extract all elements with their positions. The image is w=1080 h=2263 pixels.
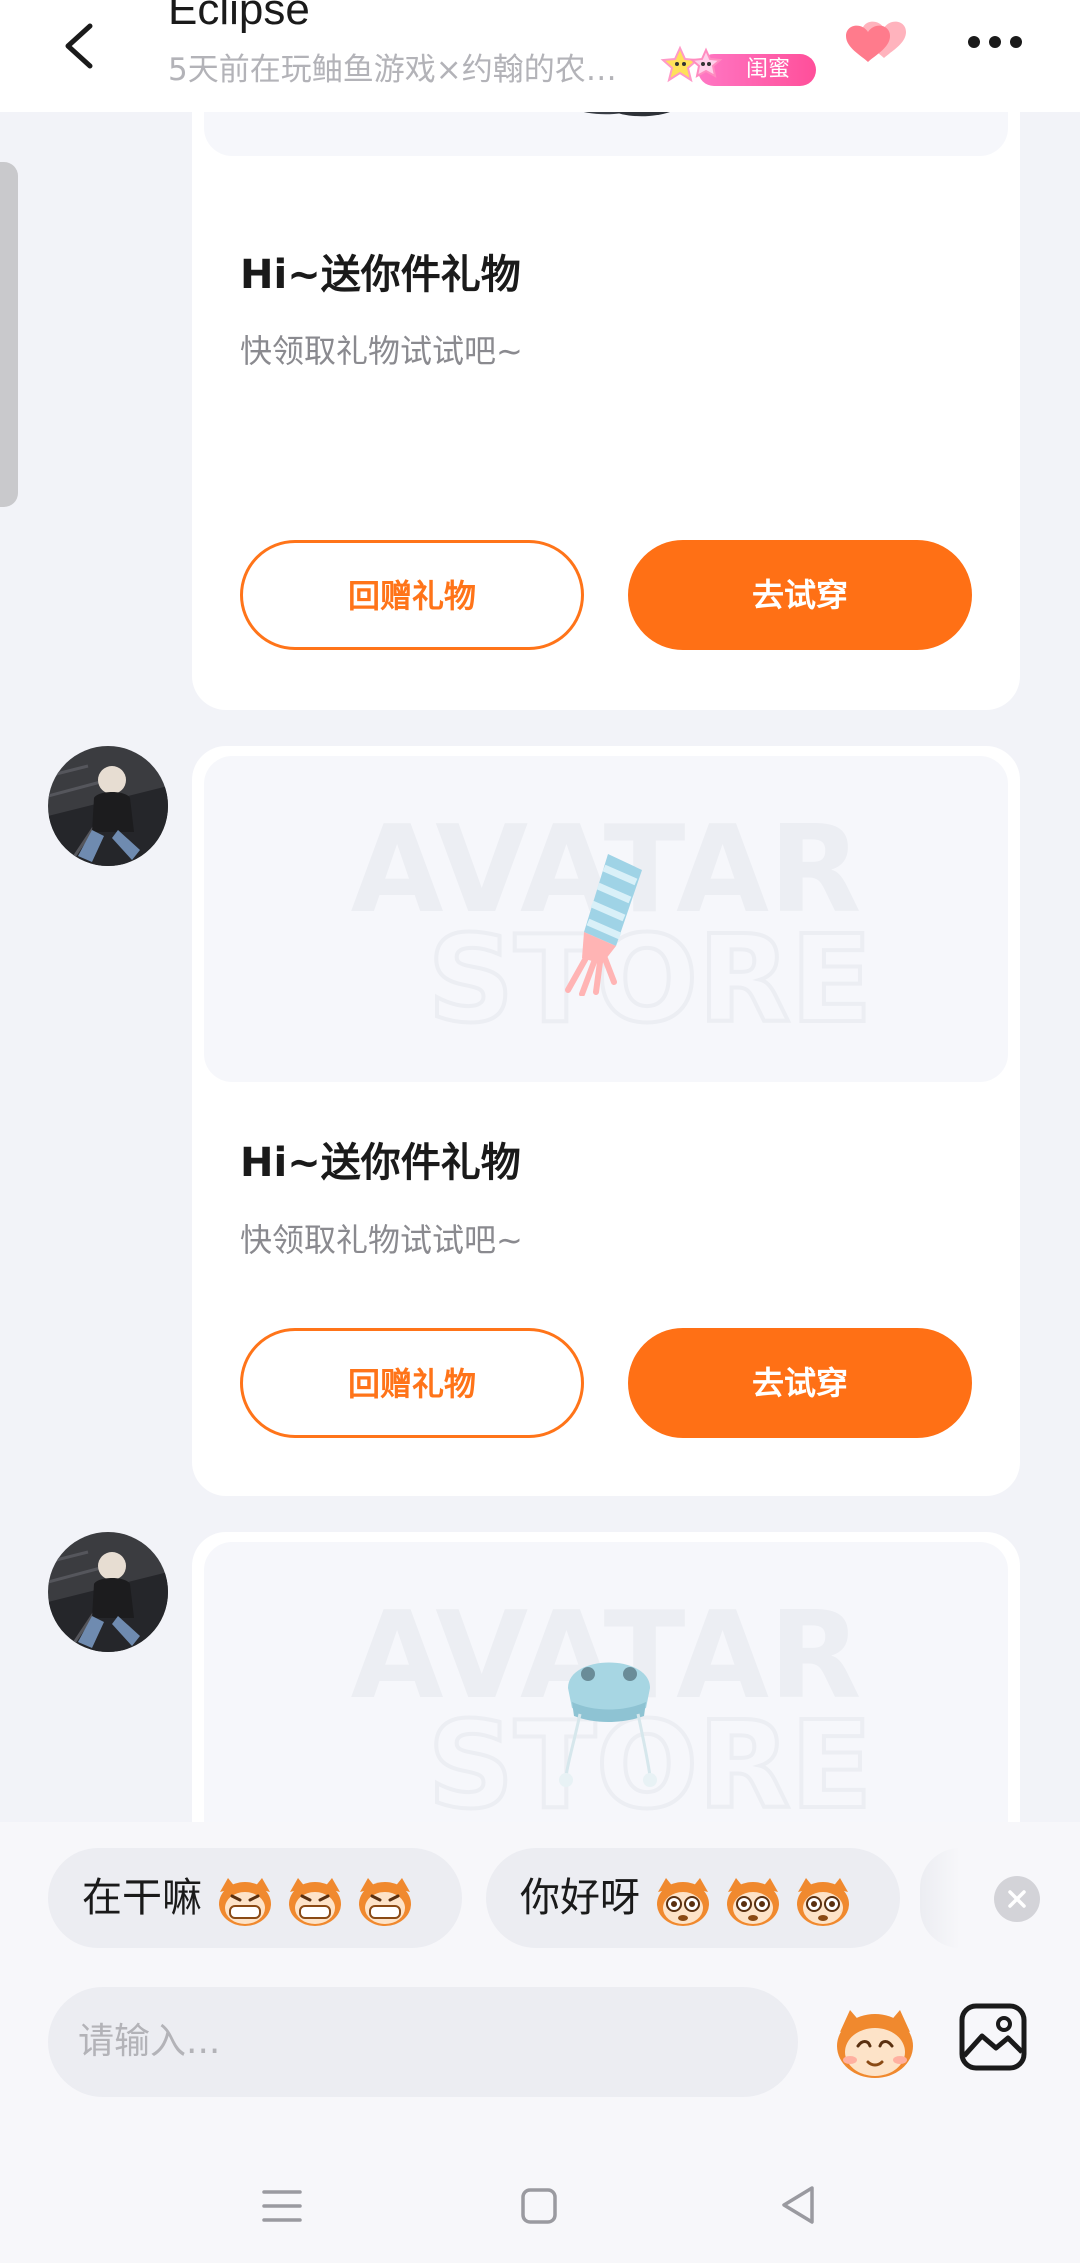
emoji-button[interactable] xyxy=(832,2002,918,2084)
back-triangle-icon xyxy=(782,2186,814,2224)
image-icon xyxy=(959,2003,1027,2071)
scroll-handle[interactable] xyxy=(0,162,18,507)
quick-reply-chip-overflow[interactable] xyxy=(920,1848,960,1948)
nav-back-button[interactable] xyxy=(778,2184,818,2226)
double-heart-icon xyxy=(846,21,906,62)
close-icon xyxy=(1008,1890,1026,1908)
gift-preview[interactable]: AVATAR STORE xyxy=(204,756,1008,1082)
intimacy-button[interactable] xyxy=(838,14,918,70)
image-button[interactable] xyxy=(958,2002,1028,2072)
glove-item-image xyxy=(565,854,642,996)
quick-reply-text: 在干嘛 xyxy=(82,1875,202,1921)
try-on-button[interactable]: 去试穿 xyxy=(628,1328,972,1438)
home-square-icon xyxy=(521,2188,557,2224)
wide-eyed-monkey-emoji xyxy=(727,1878,779,1926)
more-dots-icon xyxy=(968,36,1022,48)
message-input[interactable]: 请输入... xyxy=(48,1987,798,2097)
grinning-monkey-emoji xyxy=(289,1878,341,1926)
wide-eyed-monkey-emoji xyxy=(657,1878,709,1926)
badge-label: 闺蜜 xyxy=(746,57,791,82)
nav-home-button[interactable] xyxy=(520,2186,558,2226)
gift-title: Hi~送你件礼物 xyxy=(240,252,521,298)
system-nav-bar xyxy=(0,2130,1080,2263)
try-on-button[interactable]: 去试穿 xyxy=(628,540,972,650)
nav-recents-button[interactable] xyxy=(262,2186,302,2226)
return-gift-button[interactable]: 回赠礼物 xyxy=(240,1328,584,1438)
avatar-image xyxy=(48,1532,168,1652)
chevron-left-icon xyxy=(65,23,93,69)
monkey-face-icon xyxy=(837,2010,913,2078)
gift-subtitle: 快领取礼物试试吧~ xyxy=(240,1221,523,1259)
avatar-image xyxy=(48,746,168,866)
gift-subtitle: 快领取礼物试试吧~ xyxy=(240,332,523,370)
input-placeholder: 请输入... xyxy=(78,2021,221,2062)
menu-lines-icon xyxy=(262,2190,302,2222)
return-gift-button[interactable]: 回赠礼物 xyxy=(240,540,584,650)
quick-reply-chip[interactable]: 在干嘛 xyxy=(48,1848,462,1948)
gift-preview[interactable]: AVATAR STORE xyxy=(204,1542,1008,1868)
gift-title: Hi~送你件礼物 xyxy=(240,1140,521,1186)
quick-reply-text: 你好呀 xyxy=(520,1875,640,1921)
star-mascot-icon xyxy=(660,45,723,83)
relation-badge[interactable]: 闺蜜 xyxy=(658,40,816,90)
back-button[interactable] xyxy=(52,6,116,82)
grinning-monkey-emoji xyxy=(359,1878,411,1926)
grinning-monkey-emoji xyxy=(219,1878,271,1926)
sender-avatar[interactable] xyxy=(48,1532,168,1652)
gift-message-card: AVATAR STORE Hi~送你件礼物 快领取礼物试试吧~ 回赠礼物 去试穿 xyxy=(192,746,1020,1496)
quick-reply-chip[interactable]: 你好呀 xyxy=(486,1848,900,1948)
sender-avatar[interactable] xyxy=(48,746,168,866)
chat-subtitle: 5天前在玩鲉鱼游戏×约翰的农… xyxy=(168,52,617,88)
wide-eyed-monkey-emoji xyxy=(797,1878,849,1926)
hat-item-image xyxy=(559,1662,657,1787)
chat-title[interactable]: Eclipse xyxy=(168,0,310,36)
chat-header: Eclipse 5天前在玩鲉鱼游戏×约翰的农… 闺蜜 xyxy=(0,0,1080,112)
close-quick-replies-button[interactable] xyxy=(994,1876,1040,1922)
more-button[interactable] xyxy=(960,14,1030,70)
